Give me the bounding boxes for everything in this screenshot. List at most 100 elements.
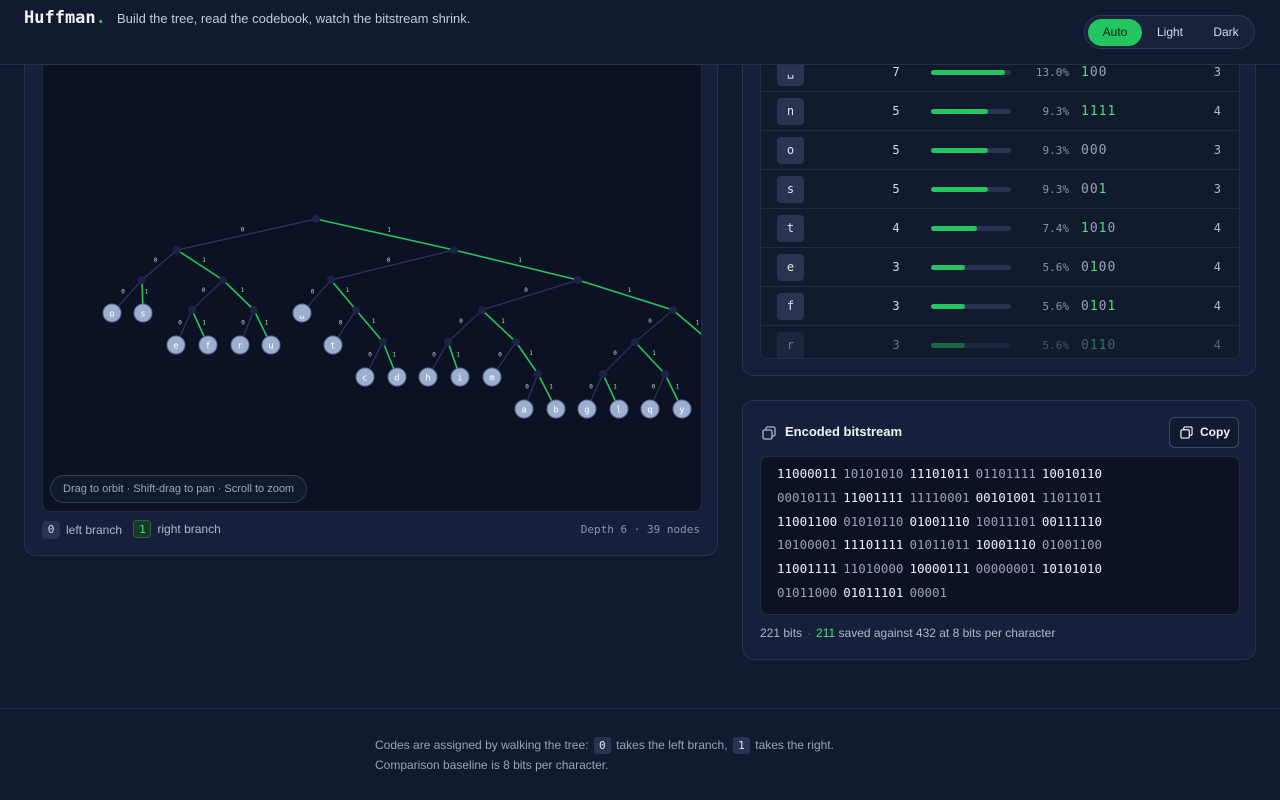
frequency-bar bbox=[931, 70, 1011, 75]
leaf-node[interactable]: o bbox=[102, 303, 122, 323]
symbol-percent: 7.4% bbox=[1042, 222, 1070, 235]
leaf-node-label: i bbox=[457, 374, 462, 384]
leaf-node[interactable]: c bbox=[355, 367, 375, 387]
bit-group: 00111110 bbox=[1041, 513, 1103, 529]
bit-group: 10011101 bbox=[975, 513, 1036, 529]
leaf-node[interactable]: r bbox=[230, 335, 250, 355]
symbol-percent: 5.6% bbox=[1042, 261, 1070, 274]
tree-stats: Depth 6 · 39 nodes bbox=[580, 523, 700, 536]
theme-light-button[interactable]: Light bbox=[1142, 19, 1198, 46]
bit-group: 01010110 bbox=[843, 513, 904, 529]
leaf-node-label: a bbox=[521, 406, 526, 416]
leaf-node[interactable]: u bbox=[261, 335, 281, 355]
leaf-node[interactable]: i bbox=[450, 367, 470, 387]
tree-canvas[interactable]: 0 1 0 1 0 1 0 1 0 1 0 1 0 1 0 1 0 1 0 1 0 1 0 1 0 1 0 1 0 1 0 1 0 1 0 1 0 1 o… bbox=[42, 41, 702, 512]
codebook-row[interactable]: s 5 9.3% 001 3 bbox=[761, 170, 1239, 209]
branch-bit-label: 1 bbox=[392, 352, 396, 359]
theme-toggle: Auto Light Dark bbox=[1084, 15, 1255, 49]
internal-node bbox=[534, 370, 542, 378]
right-branch-edge bbox=[481, 309, 517, 343]
code-length: 3 bbox=[1213, 182, 1221, 196]
branch-bit-label: 0 bbox=[589, 384, 593, 391]
codebook-row[interactable]: r 3 5.6% 0110 4 bbox=[761, 326, 1239, 358]
branch-bit-label: 0 bbox=[652, 384, 656, 391]
app-logo[interactable]: Huffman. bbox=[24, 8, 106, 28]
bit-group: 01011011 bbox=[909, 537, 970, 553]
leaf-node[interactable]: e bbox=[166, 335, 186, 355]
leaf-node[interactable]: h bbox=[418, 367, 438, 387]
bit-group: 11001111 bbox=[777, 561, 838, 577]
left-branch-edge bbox=[481, 279, 579, 311]
branch-bit-label: 0 bbox=[241, 320, 245, 327]
left-branch-edge bbox=[602, 341, 636, 375]
bit-group: 11000011 bbox=[777, 466, 838, 481]
frequency-bar bbox=[931, 226, 1011, 231]
symbol-count: 3 bbox=[892, 299, 900, 313]
leaf-node[interactable]: ␣ bbox=[292, 303, 312, 323]
leaf-node[interactable]: y bbox=[672, 399, 692, 419]
symbol-code: 001 bbox=[1081, 182, 1108, 197]
leaf-node[interactable]: l bbox=[609, 399, 629, 419]
bitstream-output[interactable]: 11000011 10101010 11101011 01101111 10010110… bbox=[760, 456, 1240, 615]
codebook-row[interactable]: n 5 9.3% 1111 4 bbox=[761, 92, 1239, 131]
frequency-bar bbox=[931, 265, 1011, 270]
left-branch-edge bbox=[141, 249, 178, 281]
leaf-node[interactable]: s bbox=[133, 303, 153, 323]
frequency-bar-fill bbox=[931, 187, 988, 192]
branch-bit-label: 1 bbox=[628, 287, 632, 294]
codebook-panel: ␣ 7 13.0% 100 3 n 5 9.3% 1111 4 o 5 9.3% 000 3 s 5 9.3% 00… bbox=[742, 30, 1256, 376]
internal-node bbox=[444, 338, 452, 346]
bit-group: 11011011 bbox=[1041, 489, 1103, 505]
leaf-node[interactable]: d bbox=[387, 367, 407, 387]
code-length: 3 bbox=[1213, 143, 1221, 157]
internal-node bbox=[173, 246, 181, 254]
huffman-tree-diagram[interactable]: 0 1 0 1 0 1 0 1 0 1 0 1 0 1 0 1 0 1 0 1 0 1 0 1 0 1 0 1 0 1 0 1 0 1 0 1 0 1 o… bbox=[42, 41, 702, 472]
bit-count: 221 bits bbox=[760, 626, 803, 640]
legend-zero-chip: 0 bbox=[42, 521, 60, 539]
codebook-row[interactable]: e 3 5.6% 0100 4 bbox=[761, 248, 1239, 287]
leaf-node[interactable]: g bbox=[577, 399, 597, 419]
leaf-node[interactable]: f bbox=[198, 335, 218, 355]
tree-panel: 0 1 0 1 0 1 0 1 0 1 0 1 0 1 0 1 0 1 0 1 0 1 0 1 0 1 0 1 0 1 0 1 0 1 0 1 0 1 o… bbox=[24, 40, 718, 556]
frequency-bar-fill bbox=[931, 304, 966, 309]
bitstream-line: 00010111 11001111 11110001 00101001 11011011 bbox=[777, 490, 1239, 514]
internal-node bbox=[669, 306, 677, 314]
codebook-row[interactable]: o 5 9.3% 000 3 bbox=[761, 131, 1239, 170]
branch-bit-label: 1 bbox=[202, 257, 206, 264]
branch-bit-label: 1 bbox=[696, 320, 700, 327]
symbol-chip: r bbox=[777, 332, 804, 358]
frequency-bar bbox=[931, 148, 1011, 153]
branch-bit-label: 0 bbox=[613, 350, 617, 357]
right-branch-edge bbox=[634, 341, 666, 375]
codebook-table[interactable]: ␣ 7 13.0% 100 3 n 5 9.3% 1111 4 o 5 9.3% 000 3 s 5 9.3% 00… bbox=[760, 31, 1240, 359]
copy-stack-icon bbox=[762, 426, 776, 440]
internal-node bbox=[512, 338, 520, 346]
symbol-chip: n bbox=[777, 98, 804, 125]
leaf-node[interactable]: q bbox=[640, 399, 660, 419]
leaf-node[interactable]: b bbox=[546, 399, 566, 419]
leaf-node[interactable]: a bbox=[514, 399, 534, 419]
branch-bit-label: 0 bbox=[525, 384, 529, 391]
legend-one-label: right branch bbox=[157, 522, 221, 536]
branch-bit-label: 1 bbox=[346, 287, 350, 294]
leaf-node[interactable]: t bbox=[323, 335, 343, 355]
left-branch-edge bbox=[191, 279, 224, 311]
leaf-node-label: m bbox=[489, 374, 494, 384]
leaf-node[interactable]: m bbox=[482, 367, 502, 387]
branch-bit-label: 1 bbox=[202, 320, 206, 327]
codebook-row[interactable]: t 4 7.4% 1010 4 bbox=[761, 209, 1239, 248]
codebook-row[interactable]: f 3 5.6% 0101 4 bbox=[761, 287, 1239, 326]
copy-button-label: Copy bbox=[1200, 425, 1230, 439]
theme-auto-button[interactable]: Auto bbox=[1088, 19, 1142, 46]
bitstream-summary: 221 bits · 211 saved against 432 at 8 bits… bbox=[760, 626, 1056, 640]
leaf-node-label: b bbox=[553, 406, 558, 416]
symbol-percent: 5.6% bbox=[1042, 339, 1070, 352]
bitstream-line: 11001100 01010110 01001110 10011101 00111110 bbox=[777, 514, 1239, 538]
branch-bit-label: 0 bbox=[432, 352, 436, 359]
bit-group: 11010000 bbox=[843, 561, 904, 577]
left-branch-edge bbox=[634, 309, 674, 343]
internal-node bbox=[138, 276, 146, 284]
copy-button[interactable]: Copy bbox=[1169, 417, 1239, 448]
symbol-chip: t bbox=[777, 215, 804, 242]
theme-dark-button[interactable]: Dark bbox=[1198, 19, 1254, 46]
